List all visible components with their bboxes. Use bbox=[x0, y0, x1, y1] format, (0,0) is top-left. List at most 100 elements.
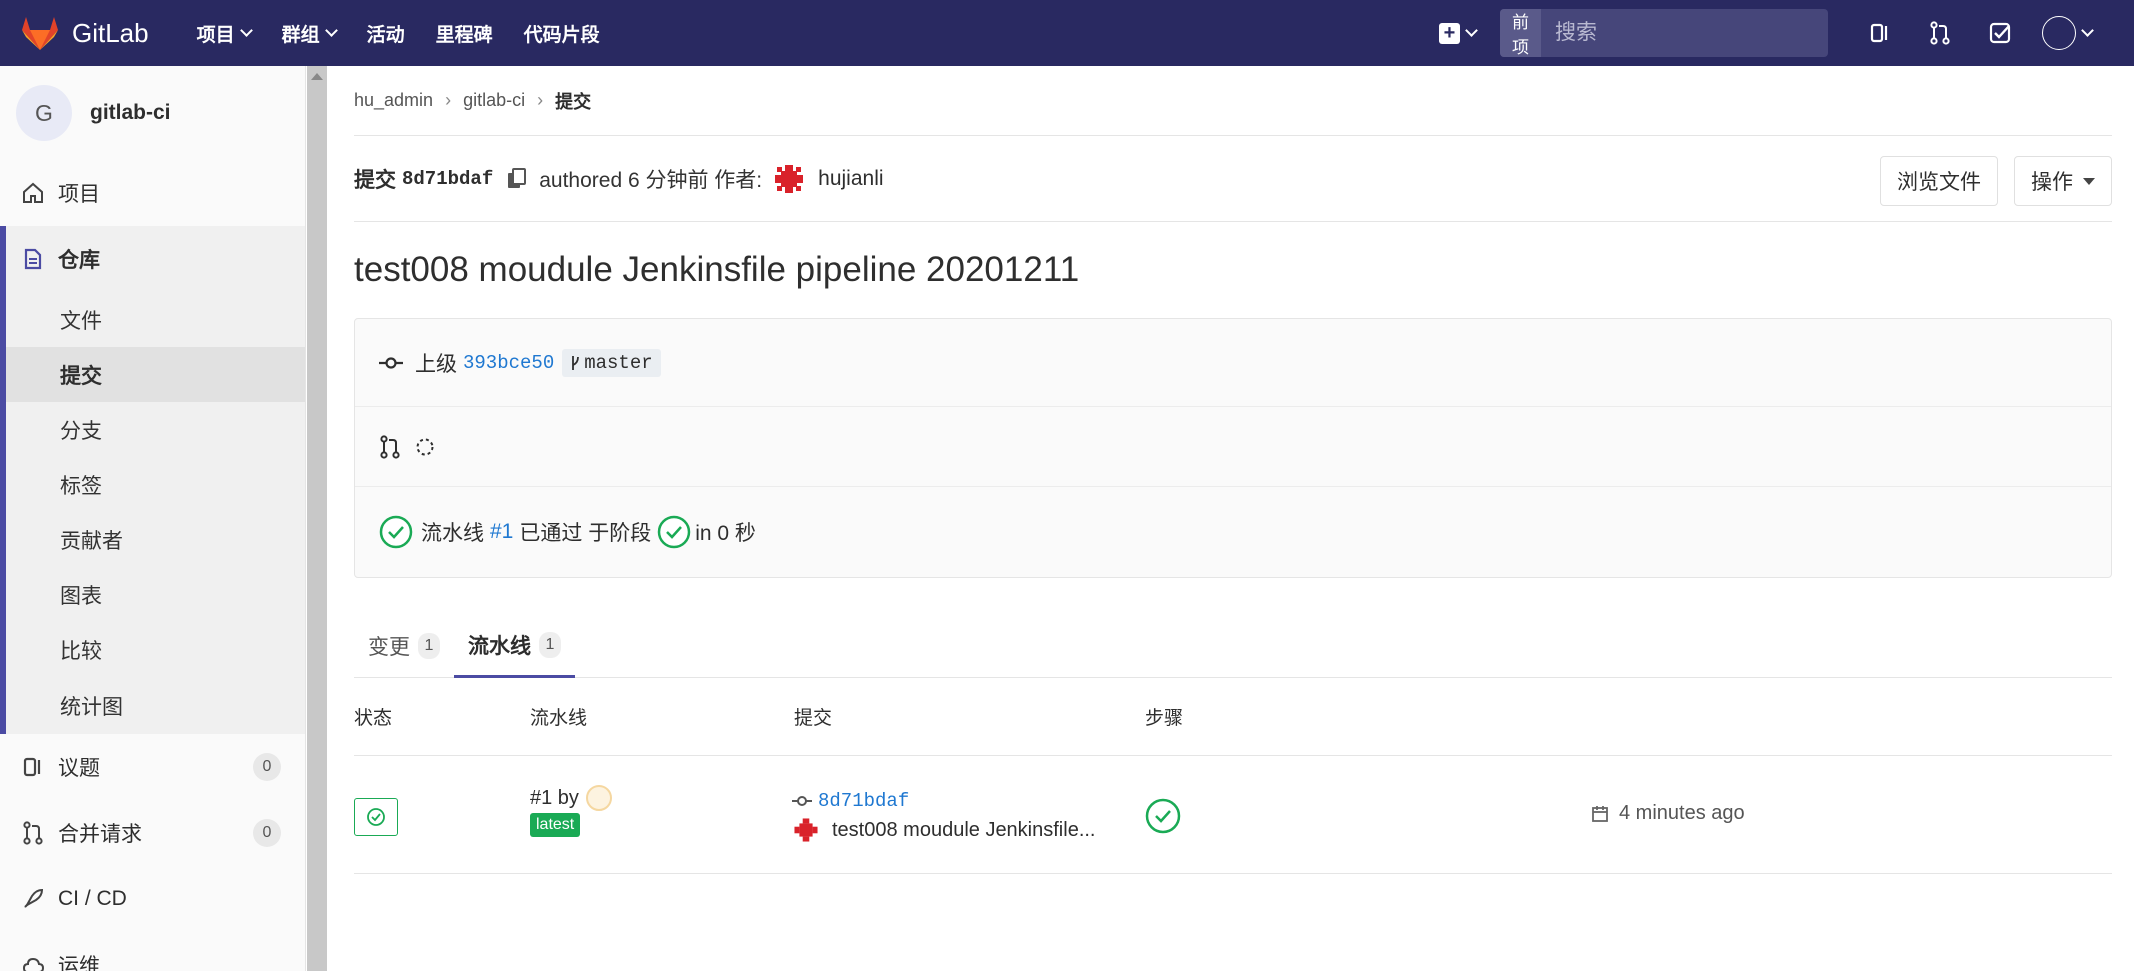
commit-sha: 8d71bdaf bbox=[402, 167, 494, 190]
sidebar-item-repository[interactable]: 仓库 bbox=[6, 226, 305, 292]
commit-label: 提交 bbox=[354, 168, 396, 192]
branch-tag[interactable]: master bbox=[562, 348, 661, 377]
todo-check-icon bbox=[1989, 22, 2011, 44]
commit-tabs: 变更 1 流水线 1 bbox=[354, 614, 2112, 678]
actions-dropdown-button[interactable]: 操作 bbox=[2014, 156, 2112, 206]
brand[interactable]: GitLab bbox=[22, 0, 149, 66]
copy-icon[interactable] bbox=[507, 167, 527, 190]
search-box: 当前项目 bbox=[1500, 9, 1828, 57]
todos-nav-button[interactable] bbox=[1970, 9, 2030, 57]
sidebar-sub-graph[interactable]: 图表 bbox=[6, 567, 305, 622]
new-dropdown-button[interactable]: + bbox=[1439, 22, 1478, 44]
pipeline-cell: #1 by latest bbox=[530, 784, 613, 837]
pipelines-table-header: 状态 流水线 提交 步骤 bbox=[354, 678, 2112, 756]
finished-time-text: 4 minutes ago bbox=[1619, 802, 1745, 824]
pipeline-id-link[interactable]: #1 bbox=[490, 520, 513, 544]
issues-count-badge: 0 bbox=[253, 753, 281, 781]
commit-info-box: 上级 393bce50 master 流水线 #1 已通过 于阶段 in 0 秒 bbox=[354, 318, 2112, 578]
stage-success-icon[interactable] bbox=[657, 515, 691, 549]
pipeline-prefix: 流水线 bbox=[421, 522, 484, 545]
top-navbar: GitLab 项目 群组 活动 里程碑 代码片段 + 当前项目 bbox=[0, 0, 2134, 66]
sidebar-sub-contributors[interactable]: 贡献者 bbox=[6, 512, 305, 567]
tab-label: 流水线 bbox=[468, 634, 531, 658]
sidebar-item-cicd[interactable]: CI / CD bbox=[0, 866, 305, 932]
merge-requests-nav-button[interactable] bbox=[1910, 9, 1970, 57]
commit-header: 提交 8d71bdaf authored 6 分钟前 作者: hujianli bbox=[354, 136, 2112, 222]
sidebar-item-merge-requests[interactable]: 合并请求 0 bbox=[0, 800, 305, 866]
tab-pipelines[interactable]: 流水线 1 bbox=[454, 614, 575, 678]
sidebar-sub-files[interactable]: 文件 bbox=[6, 292, 305, 347]
issues-nav-button[interactable] bbox=[1850, 9, 1910, 57]
sidebar-item-operations[interactable]: 运维 bbox=[0, 932, 305, 971]
project-avatar: G bbox=[16, 85, 72, 141]
home-icon bbox=[23, 182, 43, 203]
sidebar-sub-branches[interactable]: 分支 bbox=[6, 402, 305, 457]
stage-success-icon[interactable] bbox=[1145, 798, 1181, 834]
breadcrumb-user[interactable]: hu_admin bbox=[354, 90, 433, 111]
merge-request-icon bbox=[1930, 21, 1950, 45]
pipeline-status-text: 已通过 于阶段 bbox=[519, 522, 652, 545]
nav-activity[interactable]: 活动 bbox=[367, 20, 405, 47]
nav-milestones[interactable]: 里程碑 bbox=[436, 20, 493, 47]
browse-files-button[interactable]: 浏览文件 bbox=[1880, 156, 1998, 206]
status-passed-badge[interactable] bbox=[354, 798, 398, 836]
nav-groups-label: 群组 bbox=[281, 24, 320, 46]
status-success-icon bbox=[367, 808, 385, 826]
issues-icon bbox=[1870, 23, 1888, 43]
column-header-commit: 提交 bbox=[794, 708, 833, 729]
commit-cell: 8d71bdaf test008 moudule Jenkinsfile... bbox=[792, 790, 1096, 844]
rocket-icon bbox=[24, 888, 44, 908]
document-icon bbox=[24, 248, 42, 270]
commit-author-avatar[interactable] bbox=[792, 816, 820, 844]
sidebar-section-repository: 仓库 文件 提交 分支 标签 贡献者 图表 比较 统计图 bbox=[0, 226, 305, 734]
commit-sha-link[interactable]: 8d71bdaf bbox=[818, 790, 909, 812]
merge-request-icon bbox=[380, 434, 400, 459]
tab-count-badge: 1 bbox=[418, 633, 440, 659]
sidebar-item-label: 议题 bbox=[58, 757, 100, 780]
merge-request-row bbox=[355, 407, 2111, 487]
nav-snippets[interactable]: 代码片段 bbox=[524, 20, 600, 47]
sidebar-sub-commits[interactable]: 提交 bbox=[6, 347, 305, 402]
pipeline-id-link[interactable]: #1 by bbox=[530, 787, 579, 810]
search-scope[interactable]: 当前项目 bbox=[1500, 9, 1541, 57]
table-row: #1 by latest 8d71bdaf test008 moudule Je… bbox=[354, 756, 2112, 874]
sidebar-item-issues[interactable]: 议题 0 bbox=[0, 734, 305, 800]
gitlab-logo-icon bbox=[22, 16, 58, 50]
breadcrumb-project[interactable]: gitlab-ci bbox=[463, 90, 525, 111]
chevron-right-icon: › bbox=[445, 90, 452, 110]
parent-label: 上级 bbox=[415, 352, 457, 376]
sidebar-sub-compare[interactable]: 比较 bbox=[6, 622, 305, 677]
chevron-down-icon bbox=[1465, 24, 1478, 37]
author-name[interactable]: hujianli bbox=[818, 167, 883, 191]
sidebar-item-project[interactable]: 项目 bbox=[0, 160, 305, 226]
tab-changes[interactable]: 变更 1 bbox=[354, 614, 454, 678]
commit-title-link[interactable]: test008 moudule Jenkinsfile... bbox=[832, 819, 1096, 842]
tab-label: 变更 bbox=[368, 636, 410, 659]
status-success-icon[interactable] bbox=[379, 515, 413, 549]
chevron-right-icon: › bbox=[537, 90, 544, 110]
author-avatar[interactable] bbox=[772, 162, 806, 196]
parent-sha-link[interactable]: 393bce50 bbox=[463, 352, 554, 374]
breadcrumb-current[interactable]: 提交 bbox=[555, 88, 591, 114]
tab-count-badge: 1 bbox=[539, 631, 561, 658]
column-header-stages: 步骤 bbox=[1145, 708, 1184, 729]
sidebar-sub-tags[interactable]: 标签 bbox=[6, 457, 305, 512]
latest-badge: latest bbox=[530, 813, 581, 837]
caret-down-icon bbox=[2083, 177, 2095, 185]
sidebar-project-header[interactable]: G gitlab-ci bbox=[0, 66, 305, 160]
nav-activity-label: 活动 bbox=[366, 24, 405, 46]
cloud-icon bbox=[22, 957, 44, 971]
actions-label: 操作 bbox=[2031, 171, 2073, 194]
nav-groups[interactable]: 群组 bbox=[281, 20, 338, 47]
search-input[interactable] bbox=[1541, 21, 1826, 45]
nav-projects[interactable]: 项目 bbox=[197, 20, 253, 47]
calendar-icon bbox=[1592, 805, 1608, 822]
column-header-status: 状态 bbox=[354, 708, 393, 729]
sidebar-scrollbar[interactable] bbox=[307, 66, 327, 971]
user-menu-button[interactable] bbox=[2042, 16, 2094, 50]
authored-text: authored 6 分钟前 作者: bbox=[539, 168, 763, 192]
scroll-up-arrow-icon[interactable] bbox=[311, 73, 323, 80]
issues-icon bbox=[23, 757, 41, 777]
sidebar-sub-charts[interactable]: 统计图 bbox=[6, 677, 305, 734]
triggerer-avatar[interactable] bbox=[585, 784, 613, 812]
